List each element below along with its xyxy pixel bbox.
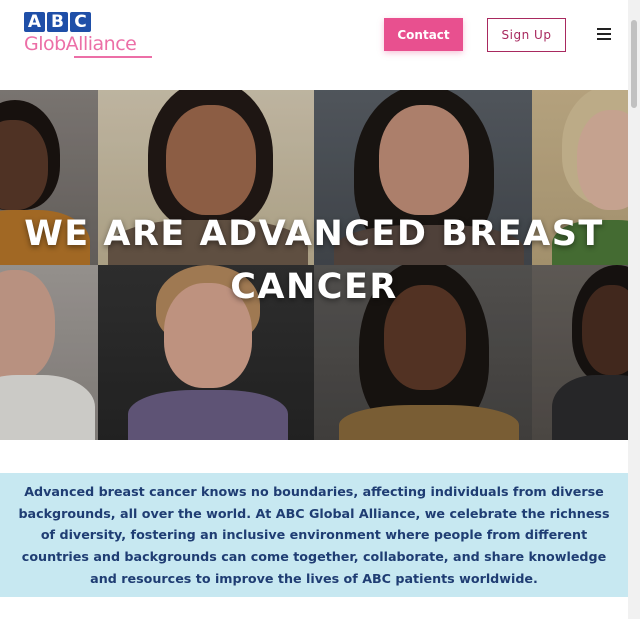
hero-title: WE ARE ADVANCED BREAST CANCER: [0, 208, 628, 314]
hamburger-menu-icon[interactable]: [597, 28, 611, 40]
hero-title-line: WE ARE ADVANCED BREAST: [24, 214, 604, 254]
logo-letter: A: [24, 12, 45, 32]
page-scrollbar[interactable]: [628, 0, 640, 619]
menu-bar: [597, 33, 611, 35]
contact-button[interactable]: Contact: [384, 18, 463, 51]
logo-abc-mark: A B C: [24, 12, 91, 32]
logo-underline: [74, 56, 152, 58]
menu-bar: [597, 38, 611, 40]
intro-section: Advanced breast cancer knows no boundari…: [0, 473, 628, 597]
abc-global-alliance-logo[interactable]: A B C GlobAlliance: [24, 12, 154, 60]
logo-letter: B: [47, 12, 68, 32]
intro-text: Advanced breast cancer knows no boundari…: [18, 484, 610, 586]
logo-wordmark: GlobAlliance: [24, 33, 137, 55]
menu-bar: [597, 28, 611, 30]
hero-title-line: CANCER: [230, 267, 398, 307]
logo-letter: C: [70, 12, 91, 32]
hero-banner: WE ARE ADVANCED BREAST CANCER: [0, 90, 628, 440]
site-header: A B C GlobAlliance Contact Sign Up: [0, 0, 628, 90]
scrollbar-thumb[interactable]: [631, 20, 637, 108]
sign-up-button[interactable]: Sign Up: [487, 18, 566, 52]
